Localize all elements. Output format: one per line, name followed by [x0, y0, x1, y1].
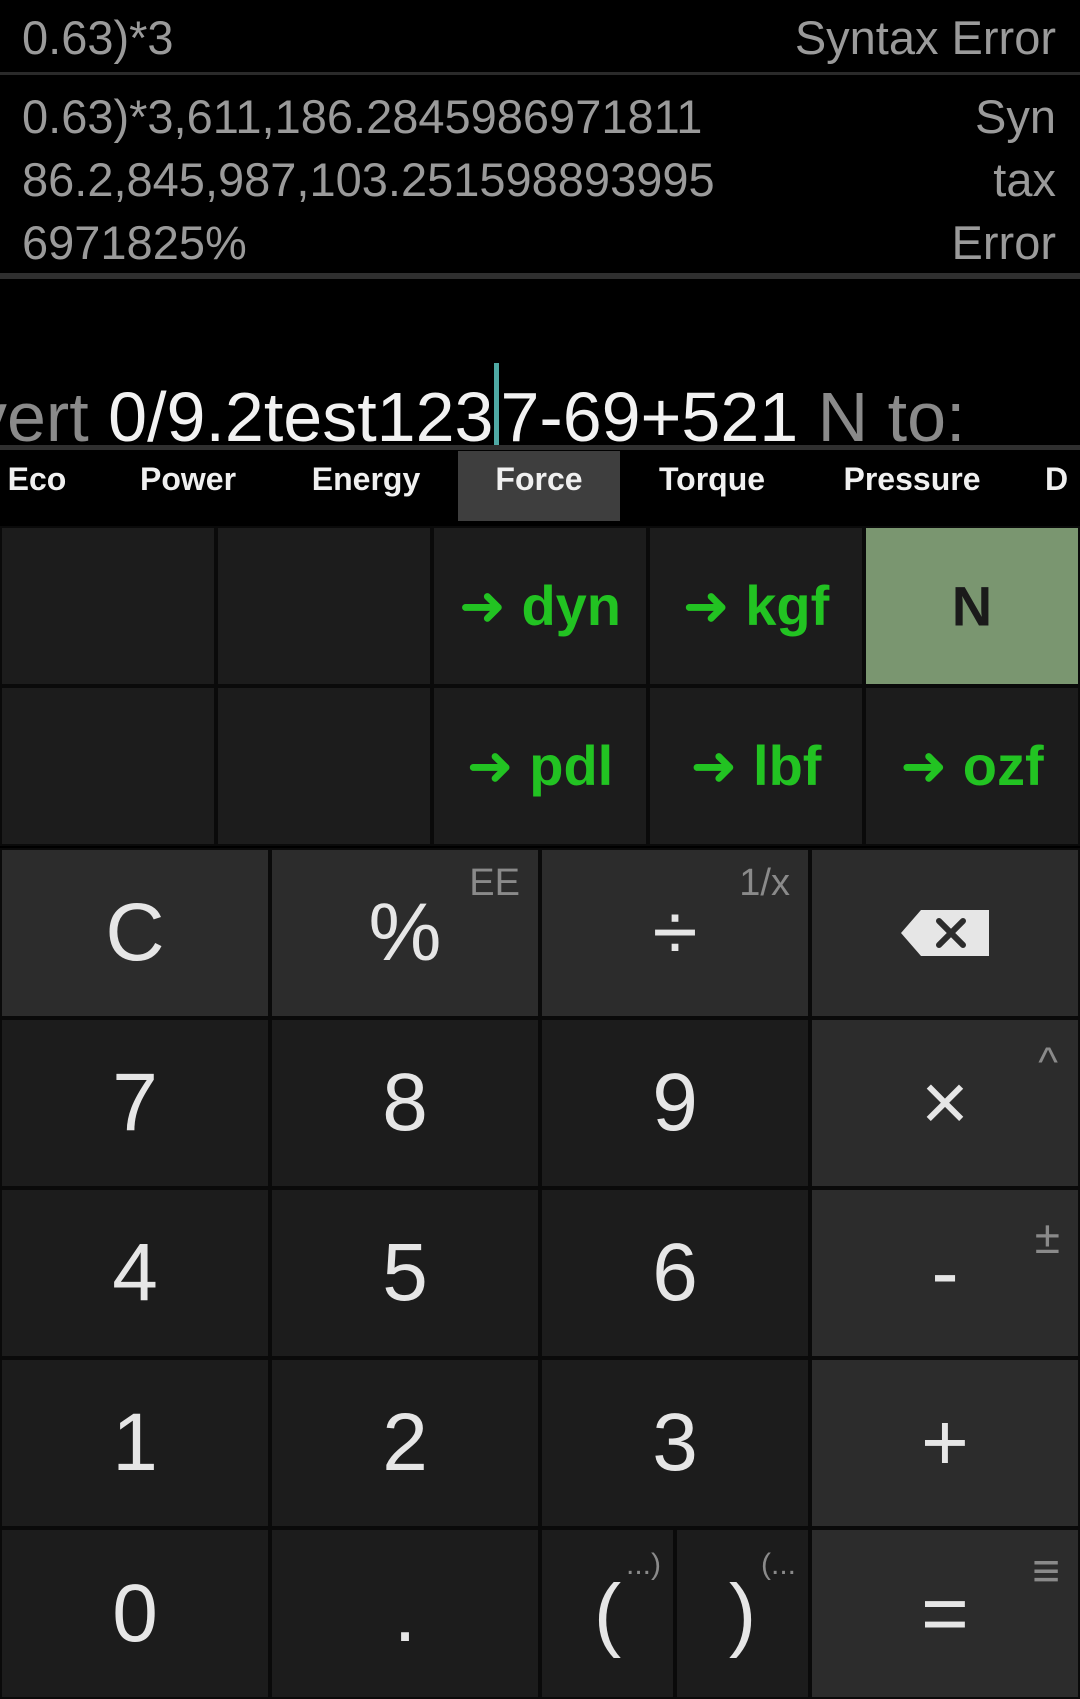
conversion-slot-empty [0, 526, 216, 686]
conversion-slot-empty [216, 686, 432, 846]
digit-label: 7 [112, 1057, 158, 1148]
digit-label: 0 [112, 1567, 158, 1659]
digit-9-button[interactable]: 9 [540, 1018, 810, 1188]
backspace-button[interactable] [810, 848, 1080, 1018]
display-after-cursor: 7-69+521 [500, 378, 799, 450]
history-result-line: tax [993, 153, 1056, 206]
expression-line[interactable]: vert 0/9.2test1237-69+521 N to: [0, 363, 966, 450]
history-expression-line: 0.63)*3,611,186.2845986971811 [22, 90, 703, 143]
unit-category-tabs: Eco Power Energy Force Torque Pressure D [0, 451, 1080, 521]
digit-2-button[interactable]: 2 [270, 1358, 540, 1528]
tab-torque[interactable]: Torque [640, 451, 784, 521]
convert-to-dyn-button[interactable]: ➜ dyn [432, 526, 648, 686]
history-expression-line: 86.2,845,987,103.251598893995 [22, 153, 715, 206]
history-expression-line: 6971825% [22, 216, 247, 269]
left-paren-sub-label: ...) [626, 1548, 661, 1581]
digit-label: 9 [652, 1057, 698, 1148]
convert-to-kgf-button[interactable]: ➜ kgf [648, 526, 864, 686]
tab-eco[interactable]: Eco [0, 451, 74, 521]
reciprocal-sub-label: 1/x [739, 862, 790, 904]
digit-3-button[interactable]: 3 [540, 1358, 810, 1528]
digit-label: 4 [112, 1227, 158, 1318]
percent-button[interactable]: % EE [270, 848, 540, 1018]
tab-force[interactable]: Force [458, 451, 620, 521]
display-suffix: N to: [798, 378, 966, 450]
plus-minus-sub-label: ± [1034, 1211, 1060, 1263]
clear-button[interactable]: C [0, 848, 270, 1018]
digit-label: 2 [382, 1397, 428, 1488]
conversion-slot-empty [0, 686, 216, 846]
text-cursor [494, 363, 500, 445]
digit-8-button[interactable]: 8 [270, 1018, 540, 1188]
digit-5-button[interactable]: 5 [270, 1188, 540, 1358]
right-paren-button[interactable]: ) (... [675, 1528, 810, 1699]
expression-display[interactable]: vert 0/9.2test1237-69+521 N to: [0, 281, 1080, 450]
conversion-label: ➜ kgf [682, 574, 830, 637]
plus-button[interactable]: + [810, 1358, 1080, 1528]
digit-label: 5 [382, 1227, 428, 1318]
history-result-line: Syn [975, 90, 1056, 143]
conversion-label: ➜ ozf [900, 734, 1044, 797]
tab-pressure[interactable]: Pressure [822, 451, 1002, 521]
multiply-button[interactable]: × ^ [810, 1018, 1080, 1188]
conversion-label: ➜ pdl [466, 734, 614, 797]
convert-to-pdl-button[interactable]: ➜ pdl [432, 686, 648, 846]
digit-label: 8 [382, 1057, 428, 1148]
power-sub-label: ^ [1038, 1038, 1058, 1085]
history-result: Syn tax Error [952, 85, 1056, 274]
left-paren-button[interactable]: ( ...) [540, 1528, 675, 1699]
conversion-label: ➜ lbf [690, 734, 822, 797]
history-expression: 0.63)*3 [22, 11, 174, 64]
display-before-cursor: 0/9.2test123 [108, 378, 494, 450]
history-result-line: Error [951, 216, 1056, 269]
conversion-label: N [951, 574, 993, 638]
convert-to-lbf-button[interactable]: ➜ lbf [648, 686, 864, 846]
digit-label: 1 [112, 1397, 158, 1488]
history-result: Syntax Error [794, 11, 1056, 64]
plus-label: + [921, 1397, 969, 1488]
unit-n-selected-button[interactable]: N [864, 526, 1080, 686]
display-prefix: vert [0, 378, 89, 450]
digit-4-button[interactable]: 4 [0, 1188, 270, 1358]
history-expression: 0.63)*3,611,186.2845986971811 86.2,845,9… [22, 85, 715, 274]
history-entry-1[interactable]: 0.63)*3 Syntax Error [0, 0, 1080, 75]
divide-button[interactable]: ÷ 1/x [540, 848, 810, 1018]
ee-sub-label: EE [469, 862, 520, 904]
equals-button[interactable]: = ≡ [810, 1528, 1080, 1699]
clear-label: C [105, 887, 165, 978]
digit-0-button[interactable]: 0 [0, 1528, 270, 1699]
conversion-slot-empty [216, 526, 432, 686]
convert-to-ozf-button[interactable]: ➜ ozf [864, 686, 1080, 846]
digit-label: 6 [652, 1227, 698, 1318]
backspace-icon [901, 910, 989, 956]
decimal-label: . [393, 1567, 417, 1659]
tab-power[interactable]: Power [118, 451, 258, 521]
tab-energy[interactable]: Energy [290, 451, 442, 521]
menu-icon: ≡ [1031, 1545, 1060, 1598]
conversion-label: ➜ dyn [458, 574, 622, 637]
decimal-point-button[interactable]: . [270, 1528, 540, 1699]
tab-next-partial[interactable]: D [1045, 451, 1080, 521]
history-entry-2[interactable]: 0.63)*3,611,186.2845986971811 86.2,845,9… [0, 75, 1080, 279]
digit-6-button[interactable]: 6 [540, 1188, 810, 1358]
digit-label: 3 [652, 1397, 698, 1488]
digit-7-button[interactable]: 7 [0, 1018, 270, 1188]
minus-button[interactable]: - ± [810, 1188, 1080, 1358]
digit-1-button[interactable]: 1 [0, 1358, 270, 1528]
right-paren-sub-label: (... [761, 1548, 796, 1581]
